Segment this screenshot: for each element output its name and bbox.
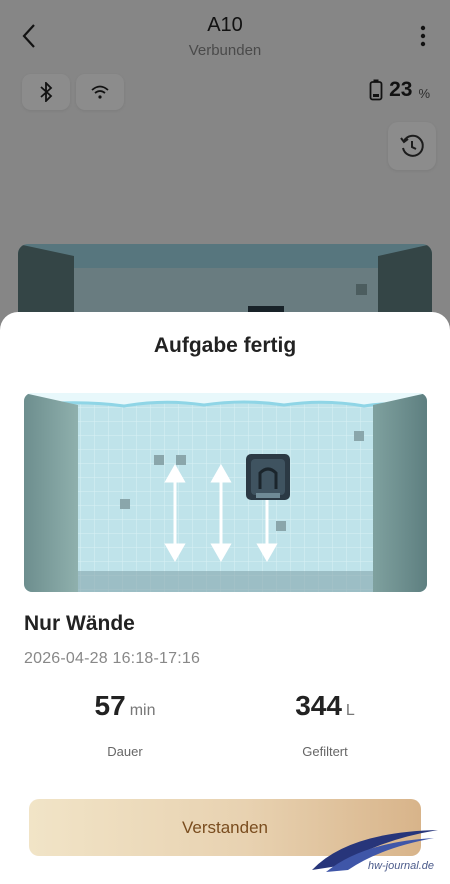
robot-icon	[246, 454, 290, 500]
cleaning-illustration	[24, 393, 427, 592]
duration-label: Dauer	[107, 744, 143, 759]
sheet-title: Aufgabe fertig	[153, 334, 297, 357]
duration-stat: 57 min	[25, 690, 225, 722]
watermark-text: hw-journal.de	[367, 860, 434, 872]
filtered-value: 344	[295, 690, 342, 721]
duration-unit: min	[129, 702, 156, 719]
task-complete-sheet: Aufgabe fertig Nur Wände 2026-04-28 16:1…	[0, 312, 450, 884]
cleaning-mode: Nur Wände	[24, 612, 135, 635]
filtered-unit: L	[345, 702, 355, 719]
filtered-label: Gefiltert	[302, 744, 348, 759]
task-datetime: 2026-04-28 16:18-17:16	[24, 650, 201, 667]
duration-value: 57	[94, 690, 126, 721]
filtered-stat: 344 L	[225, 690, 425, 722]
